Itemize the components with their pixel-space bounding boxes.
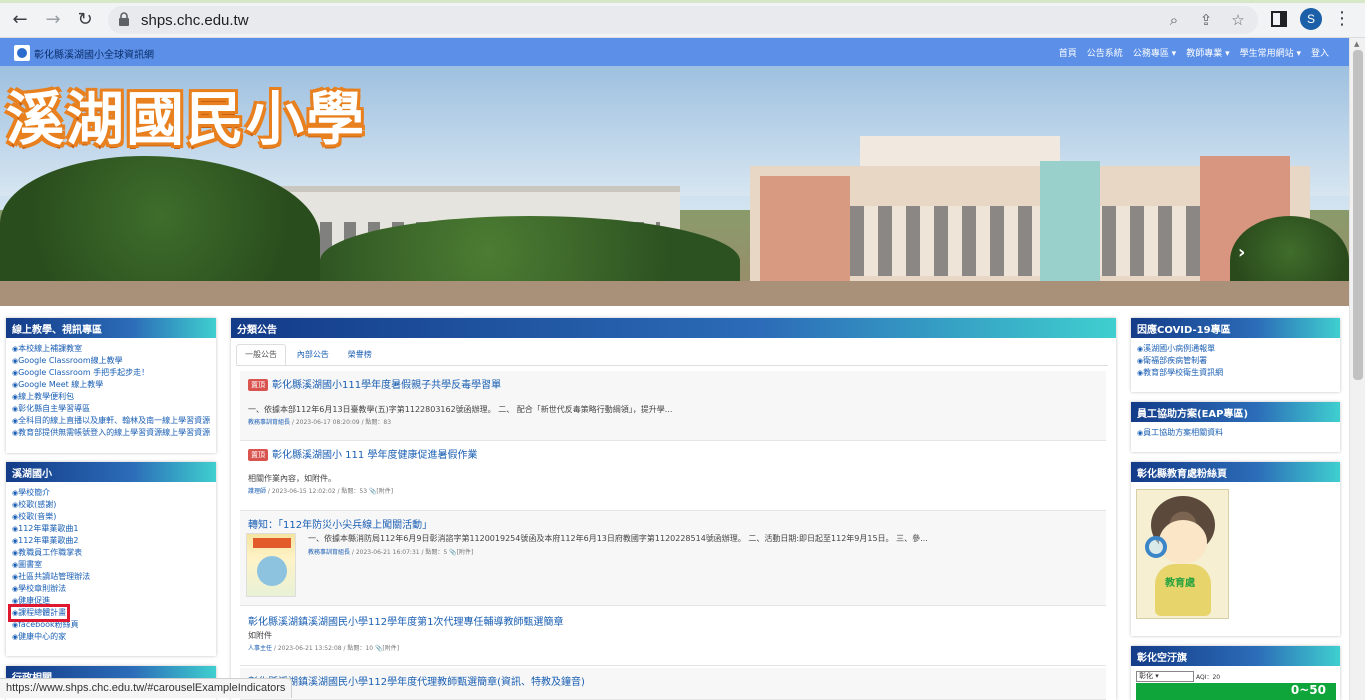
link-item[interactable]: 學校簡介: [12, 487, 210, 499]
nav-official[interactable]: 公務專區 ▾: [1133, 46, 1176, 59]
announcement-title[interactable]: 彰化縣溪湖國小 111 學年度健康促進暑假作業: [272, 450, 477, 461]
link-item[interactable]: 健康中心的家: [12, 631, 210, 643]
url-text[interactable]: shps.chc.edu.tw: [141, 12, 249, 29]
announcement-row[interactable]: 置頂 彰化縣溪湖國小111學年度暑假親子共學反毒學習單 一、依據本部112年6月1…: [240, 371, 1106, 441]
nav-announcements[interactable]: 公告系統: [1087, 46, 1123, 59]
nav-login[interactable]: 登入: [1311, 46, 1329, 59]
panel-covid: 因應COVID-19專區 溪湖國小病例通報單 衛福部疾病管制署 教育部學校衛生資…: [1131, 318, 1340, 392]
banner-carousel[interactable]: 溪湖國民小學 ›: [0, 66, 1349, 306]
highlight-box: [8, 604, 70, 622]
announcement-tabs: 一般公告 內部公告 榮譽榜: [236, 344, 1108, 366]
mascot-label: 教育處: [1165, 578, 1195, 589]
announcement-meta: / 2023-06-17 08:20:09 / 點閱：83: [290, 419, 392, 426]
aqi-flag: 0~50: [1136, 683, 1336, 700]
school-logo-icon[interactable]: [14, 45, 30, 61]
scroll-up-icon[interactable]: ▲: [1354, 40, 1359, 48]
address-bar[interactable]: shps.chc.edu.tw ⌕ ⇪ ☆: [108, 6, 1258, 34]
announcement-author[interactable]: 教務事訓育組長: [248, 419, 290, 426]
announcement-row[interactable]: 置頂 彰化縣溪湖國小 111 學年度健康促進暑假作業 相關作業內容，如附件。 護理…: [240, 441, 1106, 511]
panel-online-teaching: 線上教學、視訊專區 本校線上補課教室 Google Classroom線上教學 …: [6, 318, 216, 453]
announcement-row[interactable]: 彰化縣溪湖鎮溪湖國民小學112學年度代理教師甄選簡章(資訊、特教及鐘音): [240, 668, 1106, 700]
link-item[interactable]: 教職員工作職掌表: [12, 547, 210, 559]
link-item[interactable]: 衛福部疾病管制署: [1137, 355, 1334, 367]
lock-icon: [119, 12, 129, 26]
announcement-author[interactable]: 人事主任: [248, 645, 272, 652]
link-status-bar: https://www.shps.chc.edu.tw/#carouselExa…: [0, 678, 293, 698]
panel-title: 溪湖國小: [6, 462, 216, 482]
panel-title: 彰化空汙旗: [1131, 646, 1340, 666]
panel-eap: 員工協助方案(EAP專區) 員工協助方案相關資料: [1131, 402, 1340, 452]
scrollbar-thumb[interactable]: [1353, 50, 1363, 380]
reload-icon[interactable]: ↻: [74, 9, 96, 31]
announcement-body: 一、依據本縣消防局112年6月9日彰消諮字第1120019254號函及本府112…: [308, 534, 928, 543]
site-brand[interactable]: 彰化縣溪湖國小全球資訊網: [34, 46, 154, 61]
browser-toolbar: ← → ↻ shps.chc.edu.tw ⌕ ⇪ ☆ S ⋮: [0, 0, 1365, 38]
pinned-badge: 置頂: [248, 449, 268, 461]
link-item[interactable]: Google Classroom 手把手起步走！: [12, 367, 210, 379]
link-item[interactable]: 學校章則辦法: [12, 583, 210, 595]
link-item[interactable]: 校歌(感謝): [12, 499, 210, 511]
page-load-line: [0, 0, 1365, 3]
profile-avatar[interactable]: S: [1300, 8, 1322, 30]
aqi-label: AQI：20: [1196, 674, 1221, 681]
panel-title: 彰化縣教育處粉絲頁: [1131, 462, 1340, 482]
back-icon[interactable]: ←: [9, 9, 31, 31]
panel-school: 溪湖國小 學校簡介 校歌(感謝) 校歌(音樂) 112年畢業歌曲1 112年畢業…: [6, 462, 216, 656]
link-item[interactable]: 全科目的線上直播以及康軒、翰林及南一線上學習資源: [12, 415, 210, 427]
announcement-meta: / 2023-06-21 16:07:31 / 點閱：5 📎[附件]: [350, 549, 474, 556]
link-item[interactable]: 本校線上補課教室: [12, 343, 210, 355]
share-icon[interactable]: ⇪: [1196, 10, 1216, 30]
tab-general[interactable]: 一般公告: [236, 344, 286, 365]
banner-title: 溪湖國民小學: [6, 85, 367, 153]
region-select[interactable]: 彰化 ▾: [1136, 671, 1194, 682]
link-item[interactable]: 溪湖國小病例通報單: [1137, 343, 1334, 355]
forward-icon[interactable]: →: [42, 9, 64, 31]
tab-internal[interactable]: 內部公告: [289, 345, 337, 364]
announcement-author[interactable]: 護理師: [248, 488, 266, 495]
pinned-badge: 置頂: [248, 379, 268, 391]
site-menu: 首頁 公告系統 公務專區 ▾ 教師專業 ▾ 學生常用網站 ▾ 登入: [1059, 46, 1329, 59]
announcement-title[interactable]: 彰化縣溪湖鎮溪湖國民小學112學年度代理教師甄選簡章(資訊、特教及鐘音): [248, 673, 585, 688]
announcement-title[interactable]: 轉知：「112年防災小尖兵線上闖關活動」: [248, 516, 432, 531]
announcement-body: 一、依據本部112年6月13日臺教學(五)字第1122803162號函辦理。 二…: [248, 405, 673, 414]
browser-menu-icon[interactable]: ⋮: [1333, 8, 1351, 30]
panel-title: 員工協助方案(EAP專區): [1131, 402, 1340, 422]
announcement-title[interactable]: 彰化縣溪湖鎮溪湖國民小學112學年度第1次代理專任輔導教師甄選簡章: [248, 613, 563, 628]
link-item[interactable]: 教育部學校衛生資訊網: [1137, 367, 1334, 379]
announcement-thumbnail[interactable]: [246, 533, 296, 597]
link-item[interactable]: 社區共讀站管理辦法: [12, 571, 210, 583]
link-item[interactable]: Google Meet 線上教學: [12, 379, 210, 391]
announcement-body: 相關作業內容，如附件。: [248, 474, 336, 483]
link-item[interactable]: 圖書室: [12, 559, 210, 571]
announcement-title[interactable]: 彰化縣溪湖國小111學年度暑假親子共學反毒學習單: [272, 380, 501, 391]
zoom-icon[interactable]: ⌕: [1164, 10, 1184, 30]
nav-home[interactable]: 首頁: [1059, 46, 1077, 59]
panel-title: 線上教學、視訊專區: [6, 318, 216, 338]
link-item[interactable]: 校歌(音樂): [12, 511, 210, 523]
tab-honor[interactable]: 榮譽榜: [340, 345, 380, 364]
carousel-next-icon[interactable]: ›: [1238, 242, 1245, 263]
panel-title: 分類公告: [231, 318, 1116, 338]
announcement-meta: / 2023-06-15 12:02:02 / 點閱：53 📎[附件]: [266, 488, 394, 495]
announcement-author[interactable]: 教務事訓育組長: [308, 549, 350, 556]
nav-student-sites[interactable]: 學生常用網站 ▾: [1240, 46, 1301, 59]
nav-teacher[interactable]: 教師專業 ▾: [1186, 46, 1229, 59]
link-item[interactable]: 彰化縣自主學習導區: [12, 403, 210, 415]
site-navbar: 彰化縣溪湖國小全球資訊網 首頁 公告系統 公務專區 ▾ 教師專業 ▾ 學生常用網…: [0, 38, 1349, 66]
link-item[interactable]: 線上教學便利包: [12, 391, 210, 403]
announcement-body: 如附件: [248, 631, 272, 640]
link-item[interactable]: 員工協助方案相關資料: [1137, 427, 1334, 439]
side-panel-icon[interactable]: [1270, 10, 1288, 28]
bookmark-star-icon[interactable]: ☆: [1228, 10, 1248, 30]
link-item[interactable]: 112年畢業歌曲1: [12, 523, 210, 535]
link-item[interactable]: 112年畢業歌曲2: [12, 535, 210, 547]
link-item[interactable]: Google Classroom線上教學: [12, 355, 210, 367]
announcement-row[interactable]: 彰化縣溪湖鎮溪湖國民小學112學年度第1次代理專任輔導教師甄選簡章 如附件 人事…: [240, 608, 1106, 666]
panel-title: 因應COVID-19專區: [1131, 318, 1340, 338]
edu-mascot-image[interactable]: 教育處: [1136, 489, 1229, 619]
announcement-row[interactable]: 轉知：「112年防災小尖兵線上闖關活動」 一、依據本縣消防局112年6月9日彰消…: [240, 511, 1106, 606]
link-item[interactable]: 教育部提供無需帳號登入的線上學習資源線上學習資源: [12, 427, 210, 439]
page-scrollbar[interactable]: ▲: [1349, 38, 1365, 700]
announcement-meta: / 2023-06-21 13:52:08 / 點閱：10 📎[附件]: [272, 645, 400, 652]
